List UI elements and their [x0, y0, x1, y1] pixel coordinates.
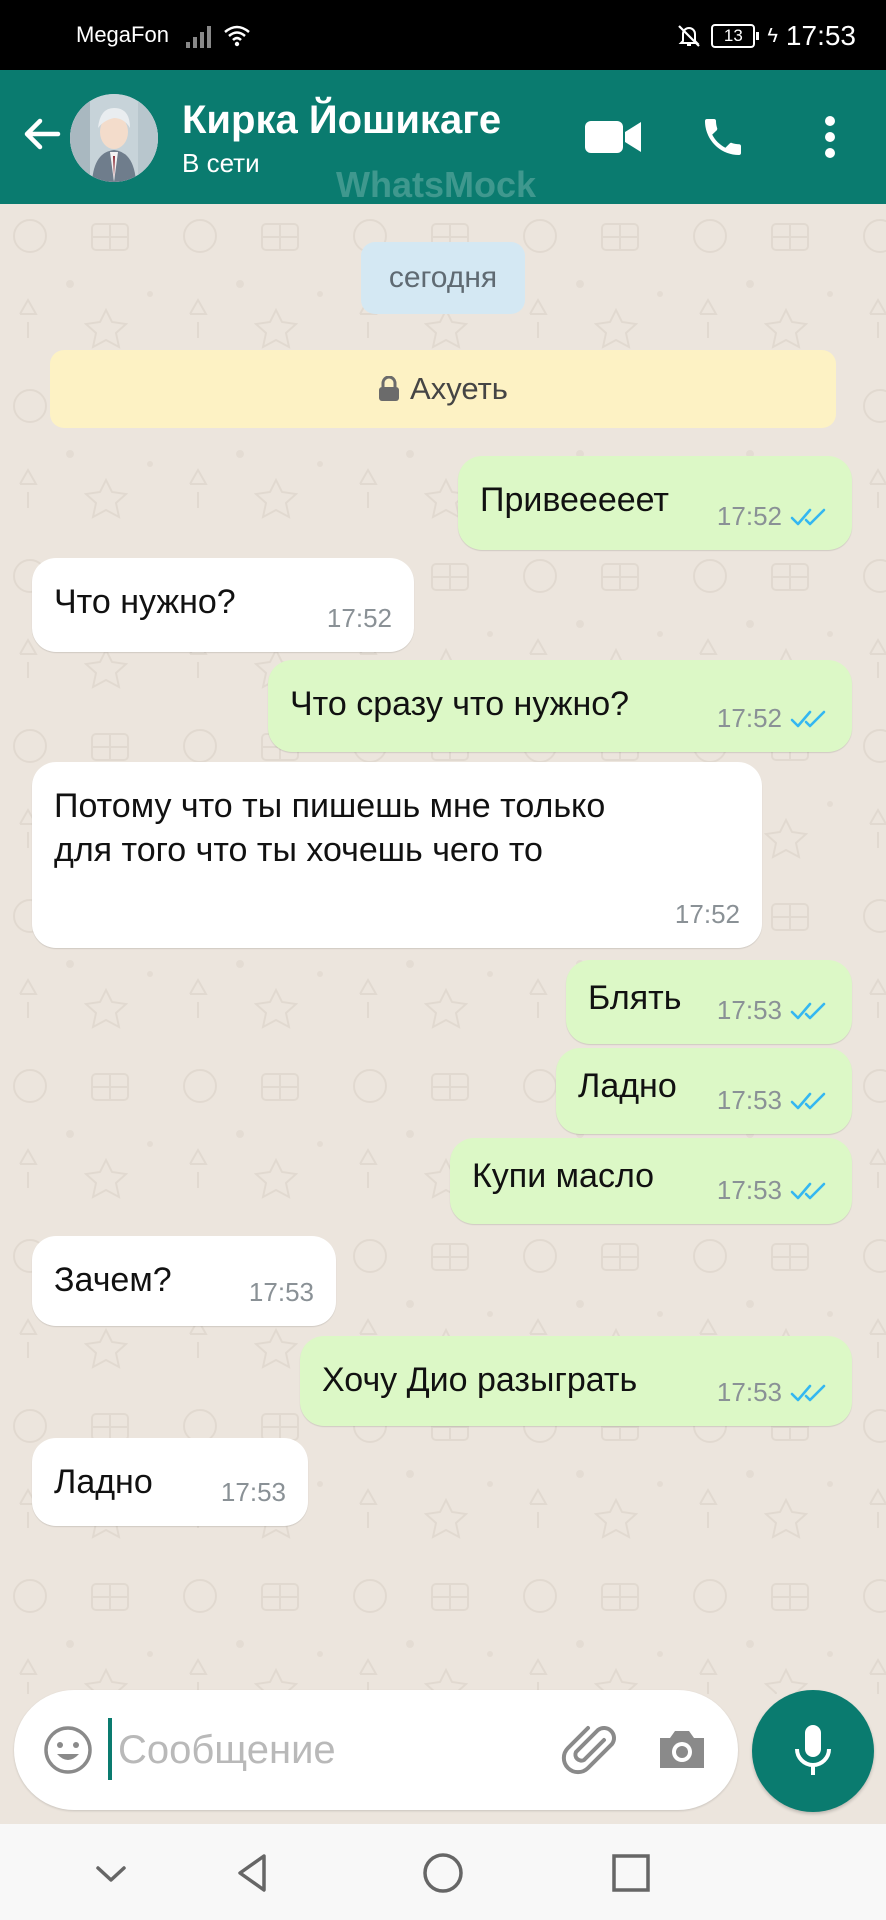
- chat-area[interactable]: сегодня Ахуеть Привееееет 17:52 Что нужн…: [0, 204, 886, 1694]
- message-time: 17:52: [326, 603, 392, 633]
- message-bubble-outgoing[interactable]: Привееееет 17:52: [458, 456, 852, 550]
- nav-home-icon[interactable]: [418, 1848, 468, 1898]
- more-options-button[interactable]: [800, 104, 860, 170]
- message-bubble-incoming[interactable]: Зачем? 17:53: [32, 1236, 336, 1326]
- message-text: Привееееет: [480, 481, 670, 519]
- message-time: 17:52: [674, 899, 740, 929]
- attach-icon[interactable]: [560, 1718, 624, 1782]
- app-watermark: WhatsMock: [336, 164, 537, 205]
- message-text: Блять: [588, 979, 682, 1017]
- message-input[interactable]: [118, 1720, 548, 1780]
- mic-button[interactable]: [752, 1690, 874, 1812]
- battery-icon: 13: [711, 24, 760, 48]
- double-check-icon: [790, 710, 826, 727]
- double-check-icon: [790, 1384, 826, 1401]
- message-time: 17:53: [248, 1277, 314, 1307]
- signal-icon: [186, 24, 216, 48]
- message-time: 17:53: [716, 1377, 782, 1407]
- message-composer: [14, 1690, 738, 1810]
- message-text: Купи масло: [472, 1157, 655, 1195]
- message-bubble-incoming[interactable]: Что нужно? 17:52: [32, 558, 414, 652]
- charging-icon: ϟ: [767, 24, 778, 47]
- contact-name[interactable]: Кирка Йошикаге: [182, 98, 501, 143]
- back-arrow-icon[interactable]: [18, 110, 66, 158]
- message-time: 17:53: [716, 1085, 782, 1115]
- message-bubble-outgoing[interactable]: Ладно 17:53: [556, 1048, 852, 1134]
- system-nav-bar: [0, 1824, 886, 1920]
- message-text: Хочу Дио разыграть: [322, 1361, 638, 1399]
- emoji-icon[interactable]: [40, 1722, 96, 1778]
- message-bubble-outgoing[interactable]: Хочу Дио разыграть 17:53: [300, 1336, 852, 1426]
- message-bubble-outgoing[interactable]: Блять 17:53: [566, 960, 852, 1044]
- more-vert-icon: [825, 116, 835, 158]
- chat-header: Кирка Йошикаге В сети WhatsMock: [0, 70, 886, 205]
- video-call-icon: [585, 121, 641, 153]
- wifi-icon: [224, 25, 250, 47]
- contact-status: В сети: [182, 148, 260, 178]
- voice-call-button[interactable]: [690, 104, 756, 170]
- message-text: Ладно: [54, 1463, 153, 1501]
- double-check-icon: [790, 1002, 826, 1019]
- status-bar: MegaFon 13 ϟ 17:53: [0, 0, 886, 70]
- message-text: Ладно: [578, 1067, 677, 1105]
- message-bubble-outgoing[interactable]: Купи масло 17:53: [450, 1138, 852, 1224]
- text-cursor: [108, 1718, 112, 1780]
- message-time: 17:52: [716, 703, 782, 733]
- message-text: Зачем?: [54, 1261, 172, 1299]
- double-check-icon: [790, 508, 826, 525]
- phone-icon: [705, 119, 741, 155]
- message-text: Что сразу что нужно?: [290, 685, 630, 723]
- message-text: Что нужно?: [54, 583, 236, 621]
- lock-icon: [379, 376, 400, 401]
- message-bubble-outgoing[interactable]: Что сразу что нужно? 17:52: [268, 660, 852, 752]
- bell-off-icon: [678, 25, 701, 47]
- nav-recents-icon[interactable]: [606, 1848, 656, 1898]
- double-check-icon: [790, 1092, 826, 1109]
- nav-down-icon[interactable]: [86, 1848, 136, 1898]
- double-check-icon: [790, 1182, 826, 1199]
- message-time: 17:52: [716, 501, 782, 531]
- message-time: 17:53: [716, 1175, 782, 1205]
- video-call-button[interactable]: [580, 104, 646, 170]
- mic-icon: [795, 1725, 831, 1775]
- message-text: Потому что ты пишешь мне только для того…: [54, 787, 606, 869]
- message-bubble-incoming[interactable]: Ладно 17:53: [32, 1438, 308, 1526]
- message-time: 17:53: [220, 1477, 286, 1507]
- encryption-notice[interactable]: Ахуеть: [50, 350, 836, 428]
- nav-back-icon[interactable]: [228, 1848, 278, 1898]
- message-bubble-incoming[interactable]: Потому что ты пишешь мне только для того…: [32, 762, 762, 948]
- camera-icon[interactable]: [654, 1722, 710, 1778]
- encryption-notice-text: Ахуеть: [410, 371, 508, 406]
- status-clock: 17:53: [785, 20, 856, 51]
- carrier-label: MegaFon: [76, 22, 169, 47]
- avatar[interactable]: [70, 94, 158, 182]
- date-divider: сегодня: [361, 242, 525, 314]
- message-time: 17:53: [716, 995, 782, 1025]
